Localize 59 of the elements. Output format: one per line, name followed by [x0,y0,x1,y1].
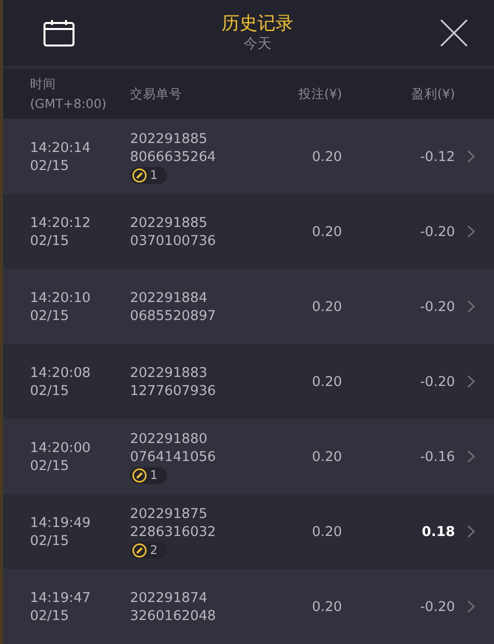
profit-amount: -0.20 [419,598,455,614]
bet-amount: 0.20 [310,598,342,614]
date-text: 02/15 [30,456,69,474]
order-number: 2286316032 [130,522,216,540]
profit-amount: -0.16 [419,448,455,464]
date-text: 02/15 [30,232,69,250]
date-text: 02/15 [30,156,69,174]
column-header: (GMT+8:00) [30,95,106,113]
combo-badge: 2 [130,542,167,558]
bet-amount: 0.20 [310,374,342,390]
bet-amount: 0.20 [310,224,342,240]
bet-amount: 0.20 [310,448,342,464]
page-title: 历史记录 [222,13,294,35]
bet-amount: 0.20 [310,298,342,314]
order-number: 0370100736 [130,232,216,250]
column-header: 交易单号 [130,85,183,103]
order-number: 0685520897 [130,306,216,324]
history-row[interactable]: 14:20:12 02/15 202291885 0370100736 0.20 -0.20 [3,194,494,269]
order-number: 202291883 [130,364,208,382]
time-text: 14:20:12 [30,214,91,232]
order-number: 3260162048 [130,606,216,624]
date-filter-label: 今天 [244,35,272,53]
bet-amount: 0.20 [310,524,342,540]
time-text: 14:20:08 [30,364,91,382]
time-text: 14:20:10 [30,288,91,306]
date-text: 02/15 [30,532,69,550]
profit-amount: 0.18 [420,524,455,540]
order-number: 202291874 [130,588,208,606]
profit-amount: -0.12 [419,148,455,164]
order-number: 202291885 [130,130,208,148]
date-text: 02/15 [30,306,69,324]
column-header: 时间 [30,75,56,93]
order-number: 202291880 [130,430,208,448]
order-number: 1277607936 [130,382,216,400]
order-number: 8066635264 [130,148,216,166]
time-text: 14:19:47 [30,588,91,606]
order-number: 0764141056 [130,448,216,466]
time-text: 14:19:49 [30,514,91,532]
combo-badge: 1 [130,166,167,184]
history-row[interactable]: 14:19:47 02/15 202291874 3260162048 0.20 -0.20 [3,569,494,644]
history-row[interactable]: 14:20:08 02/15 202291883 1277607936 0.20 -0.20 [3,344,494,419]
profit-amount: -0.20 [419,374,455,390]
history-row[interactable]: 14:20:14 02/15 202291885 8066635264 1 0.20 -0.12 [3,119,494,194]
date-text: 02/15 [30,606,69,624]
profit-amount: -0.20 [419,224,455,240]
history-row[interactable]: 14:20:10 02/15 202291884 0685520897 0.20 -0.20 [3,269,494,344]
order-number: 202291885 [130,214,208,232]
date-text: 02/15 [30,382,69,400]
column-header: 投注(¥) [297,85,342,103]
column-header: 盈利(¥) [410,85,455,103]
order-number: 202291884 [130,288,208,306]
history-row[interactable]: 14:20:00 02/15 202291880 0764141056 1 0.20 -0.16 [3,419,494,494]
combo-badge: 1 [130,466,167,484]
history-row[interactable]: 14:19:49 02/15 202291875 2286316032 2 0.20 0.18 [3,494,494,569]
order-number: 202291875 [130,504,208,522]
bet-amount: 0.20 [310,148,342,164]
profit-amount: -0.20 [419,298,455,314]
time-text: 14:20:00 [30,438,91,456]
time-text: 14:20:14 [30,138,91,156]
